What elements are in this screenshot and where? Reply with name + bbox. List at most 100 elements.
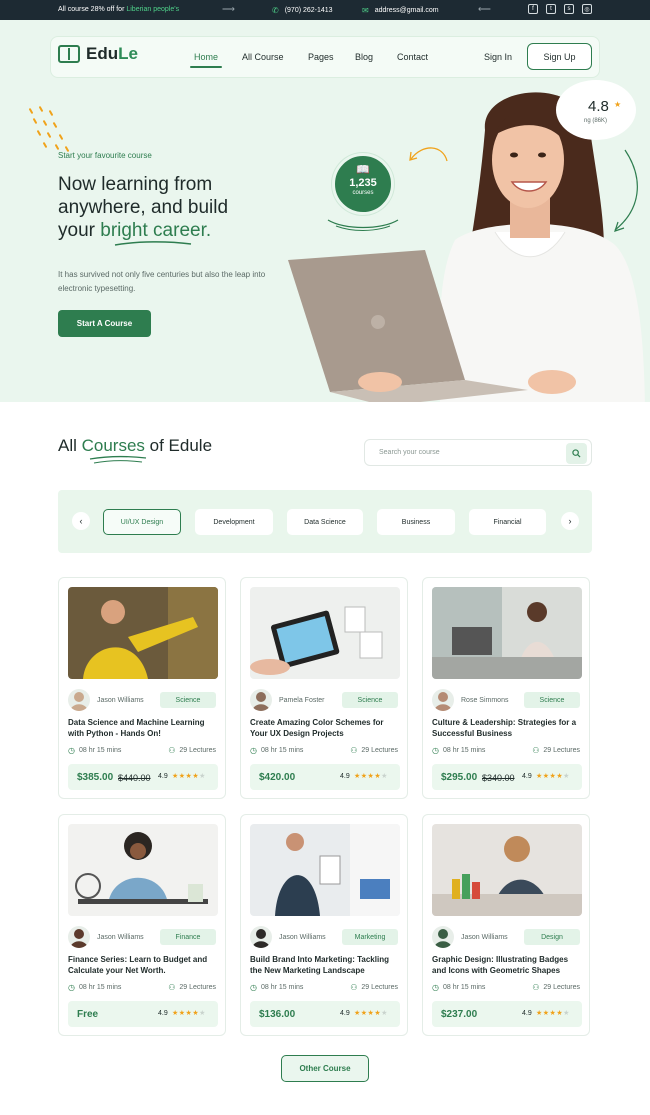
- arrow-decoration-icon: ⟶: [222, 4, 235, 14]
- course-rating: 4.9: [340, 1010, 350, 1017]
- category-badge[interactable]: Science: [160, 692, 216, 708]
- category-badge[interactable]: Science: [524, 692, 580, 708]
- promo-text: All course 28% off for Liberian people's: [58, 6, 180, 13]
- course-author: Jason Williams: [97, 934, 144, 941]
- course-card[interactable]: Jason Williams Marketing Build Brand Into …: [240, 814, 408, 1036]
- filter-prev-button[interactable]: ‹: [72, 512, 90, 530]
- clock-icon: ◷: [250, 746, 257, 755]
- course-footer: Free 4.9 ★★★★★: [68, 1001, 218, 1027]
- course-card[interactable]: Jason Williams Science Data Science and Ma…: [58, 577, 226, 799]
- avatar: [250, 926, 272, 948]
- curved-arrow-decoration: [409, 147, 448, 162]
- course-title[interactable]: Graphic Design: Illustrating Badges and …: [432, 954, 584, 976]
- course-footer: $237.00 4.9 ★★★★★: [432, 1001, 582, 1027]
- avatar: [68, 689, 90, 711]
- course-card[interactable]: Pamela Foster Science Create Amazing Color…: [240, 577, 408, 799]
- users-icon: ⚇: [350, 746, 358, 755]
- course-title[interactable]: Build Brand Into Marketing: Tackling the…: [250, 954, 402, 976]
- course-duration: ◷ 08 hr 15 mins: [432, 983, 486, 992]
- course-search[interactable]: Search your course: [364, 439, 592, 466]
- category-badge[interactable]: Design: [524, 929, 580, 945]
- nav-item-home[interactable]: Home: [194, 52, 218, 62]
- course-thumbnail[interactable]: [250, 824, 400, 916]
- users-icon: ⚇: [168, 983, 176, 992]
- book-logo-icon: [58, 45, 80, 63]
- book-icon: 📖: [356, 164, 370, 176]
- category-badge[interactable]: Science: [342, 692, 398, 708]
- clock-icon: ◷: [68, 746, 75, 755]
- search-input[interactable]: Search your course: [379, 449, 440, 456]
- star-rating-icon: ★★★★★: [536, 1010, 570, 1017]
- arrow-decoration-icon: ⟵: [478, 4, 491, 14]
- start-course-button[interactable]: Start A Course: [58, 310, 151, 337]
- course-card[interactable]: Rose Simmons Science Culture & Leadership:…: [422, 577, 590, 799]
- course-price: $385.00: [77, 772, 114, 783]
- users-icon: ⚇: [168, 746, 176, 755]
- course-author: Rose Simmons: [461, 697, 509, 704]
- nav-item-pages[interactable]: Pages: [308, 52, 334, 62]
- course-price: $295.00: [441, 772, 478, 783]
- nav-item-blog[interactable]: Blog: [355, 52, 373, 62]
- course-footer: $295.00 $340.00 4.9 ★★★★★: [432, 764, 582, 790]
- category-badge[interactable]: Finance: [160, 929, 216, 945]
- email-link[interactable]: ✉ address@gmail.com: [362, 6, 439, 15]
- rating-card: 4.8 ★ ng (86K): [556, 80, 636, 140]
- course-rating: 4.9: [340, 773, 350, 780]
- nav-item-all-course[interactable]: All Course: [242, 52, 284, 62]
- avatar: [432, 926, 454, 948]
- filter-chip-financial[interactable]: Financial: [469, 509, 546, 535]
- course-thumbnail[interactable]: [250, 587, 400, 679]
- filter-chip-ui-ux-design[interactable]: UI/UX Design: [103, 509, 181, 535]
- chevron-left-icon: ‹: [79, 516, 83, 526]
- course-author: Jason Williams: [461, 934, 508, 941]
- clock-icon: ◷: [250, 983, 257, 992]
- star-rating-icon: ★★★★★: [536, 773, 570, 780]
- filter-next-button[interactable]: ›: [561, 512, 579, 530]
- course-lectures: ⚇ 29 Lectures: [350, 746, 398, 755]
- course-title[interactable]: Finance Series: Learn to Budget and Calc…: [68, 954, 220, 976]
- course-title[interactable]: Culture & Leadership: Strategies for a S…: [432, 717, 584, 739]
- course-title[interactable]: Data Science and Machine Learning with P…: [68, 717, 220, 739]
- clock-icon: ◷: [432, 983, 439, 992]
- filter-chip-data-science[interactable]: Data Science: [287, 509, 363, 535]
- course-card[interactable]: Jason Williams Design Graphic Design: Illu…: [422, 814, 590, 1036]
- star-rating-icon: ★★★★★: [172, 773, 206, 780]
- chevron-right-icon: ›: [568, 516, 572, 526]
- avatar: [68, 926, 90, 948]
- filter-chip-business[interactable]: Business: [377, 509, 455, 535]
- skype-icon[interactable]: s: [564, 4, 574, 14]
- sign-in-link[interactable]: Sign In: [484, 52, 512, 62]
- category-badge[interactable]: Marketing: [342, 929, 398, 945]
- course-duration: ◷ 08 hr 15 mins: [68, 746, 122, 755]
- facebook-icon[interactable]: f: [528, 4, 538, 14]
- course-card[interactable]: Jason Williams Finance Finance Series: Lea…: [58, 814, 226, 1036]
- mail-icon: ✉: [362, 6, 369, 15]
- badge-arc-decoration: [327, 219, 399, 231]
- phone-link[interactable]: ✆ (970) 262-1413: [272, 6, 333, 15]
- star-rating-icon: ★★★★★: [354, 1010, 388, 1017]
- course-rating: 4.9: [158, 773, 168, 780]
- course-footer: $420.00 4.9 ★★★★★: [250, 764, 400, 790]
- course-thumbnail[interactable]: [432, 824, 582, 916]
- course-price: $237.00: [441, 1009, 478, 1020]
- course-title[interactable]: Create Amazing Color Schemes for Your UX…: [250, 717, 402, 739]
- course-thumbnail[interactable]: [68, 824, 218, 916]
- sign-up-button[interactable]: Sign Up: [527, 43, 592, 70]
- users-icon: ⚇: [532, 746, 540, 755]
- logo[interactable]: EduLe: [58, 44, 138, 64]
- course-thumbnail[interactable]: [68, 587, 218, 679]
- course-duration: ◷ 08 hr 15 mins: [250, 746, 304, 755]
- other-course-button[interactable]: Other Course: [281, 1055, 369, 1082]
- twitter-icon[interactable]: t: [546, 4, 556, 14]
- course-author: Jason Williams: [97, 697, 144, 704]
- course-lectures: ⚇ 29 Lectures: [350, 983, 398, 992]
- instagram-icon[interactable]: ◎: [582, 4, 592, 14]
- top-bar: All course 28% off for Liberian people's…: [0, 0, 650, 20]
- decorative-dots: [24, 105, 74, 156]
- search-button[interactable]: [566, 443, 587, 464]
- course-thumbnail[interactable]: [432, 587, 582, 679]
- course-duration: ◷ 08 hr 15 mins: [432, 746, 486, 755]
- nav-item-contact[interactable]: Contact: [397, 52, 428, 62]
- filter-chip-development[interactable]: Development: [195, 509, 273, 535]
- phone-icon: ✆: [272, 6, 279, 15]
